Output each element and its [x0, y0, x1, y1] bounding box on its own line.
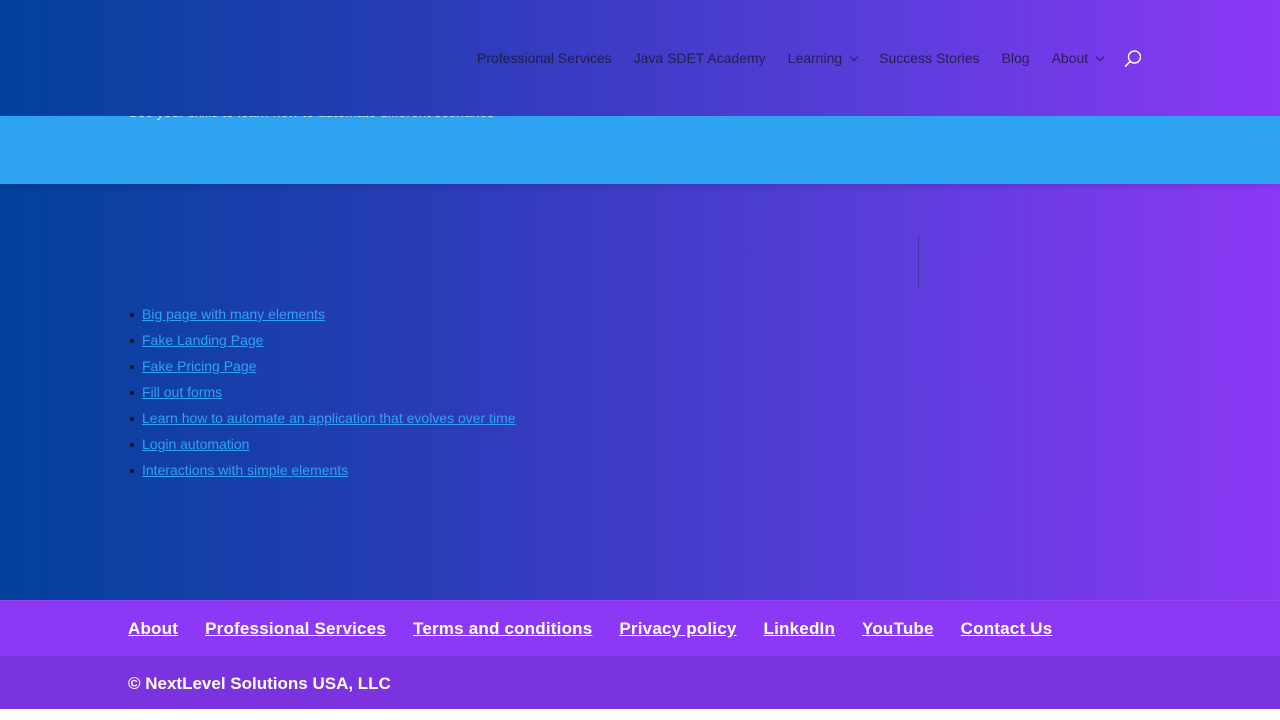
exercise-link-list: Big page with many elements Fake Landing… — [128, 304, 516, 486]
footer-link-professional-services[interactable]: Professional Services — [205, 619, 386, 639]
link-big-page[interactable]: Big page with many elements — [142, 306, 325, 322]
list-item: Learn how to automate an application tha… — [128, 408, 516, 434]
nav-item-learning[interactable]: Learning — [787, 48, 859, 68]
nav-label: Java SDET Academy — [633, 50, 766, 66]
nav-item-about[interactable]: About — [1051, 48, 1105, 68]
footer-link-privacy[interactable]: Privacy policy — [619, 619, 736, 639]
nav-label: Blog — [1001, 50, 1030, 66]
link-evolving-application[interactable]: Learn how to automate an application tha… — [142, 410, 516, 426]
footer-link-youtube[interactable]: YouTube — [862, 619, 934, 639]
chevron-down-icon — [849, 52, 859, 61]
copyright-bar: © NextLevel Solutions USA, LLC — [0, 656, 1280, 709]
search-button[interactable] — [1123, 49, 1143, 69]
footer-links: About Professional Services Terms and co… — [128, 619, 1052, 639]
nav-label: Success Stories — [879, 50, 980, 66]
link-simple-elements[interactable]: Interactions with simple elements — [142, 462, 348, 478]
site-header: Professional Services Java SDET Academy … — [0, 0, 1280, 116]
list-item: Fake Landing Page — [128, 330, 516, 356]
footer-link-terms[interactable]: Terms and conditions — [413, 619, 592, 639]
list-item: Login automation — [128, 434, 516, 460]
footer-link-contact[interactable]: Contact Us — [961, 619, 1053, 639]
page-bottom — [0, 709, 1280, 720]
copyright-text: © NextLevel Solutions USA, LLC — [128, 674, 391, 693]
link-fake-landing-page[interactable]: Fake Landing Page — [142, 332, 263, 348]
footer-nav: About Professional Services Terms and co… — [0, 600, 1280, 656]
link-login-automation[interactable]: Login automation — [142, 436, 249, 452]
nav-item-blog[interactable]: Blog — [1002, 48, 1030, 68]
link-fill-out-forms[interactable]: Fill out forms — [142, 384, 222, 400]
list-item: Fill out forms — [128, 382, 516, 408]
nav-label: Professional Services — [477, 50, 612, 66]
column-divider — [918, 236, 919, 288]
footer-link-linkedin[interactable]: LinkedIn — [764, 619, 836, 639]
link-fake-pricing-page[interactable]: Fake Pricing Page — [142, 358, 256, 374]
footer-link-about[interactable]: About — [128, 619, 178, 639]
list-item: Interactions with simple elements — [128, 460, 516, 486]
nav-item-java-sdet-academy[interactable]: Java SDET Academy — [634, 48, 766, 68]
main-nav: Professional Services Java SDET Academy … — [477, 48, 1105, 68]
list-item: Fake Pricing Page — [128, 356, 516, 382]
nav-item-success-stories[interactable]: Success Stories — [879, 48, 979, 68]
list-item: Big page with many elements — [128, 304, 516, 330]
nav-label: Learning — [787, 50, 843, 66]
search-icon — [1124, 50, 1142, 68]
nav-item-professional-services[interactable]: Professional Services — [477, 48, 612, 68]
chevron-down-icon — [1095, 52, 1105, 61]
nav-label: About — [1051, 50, 1089, 66]
